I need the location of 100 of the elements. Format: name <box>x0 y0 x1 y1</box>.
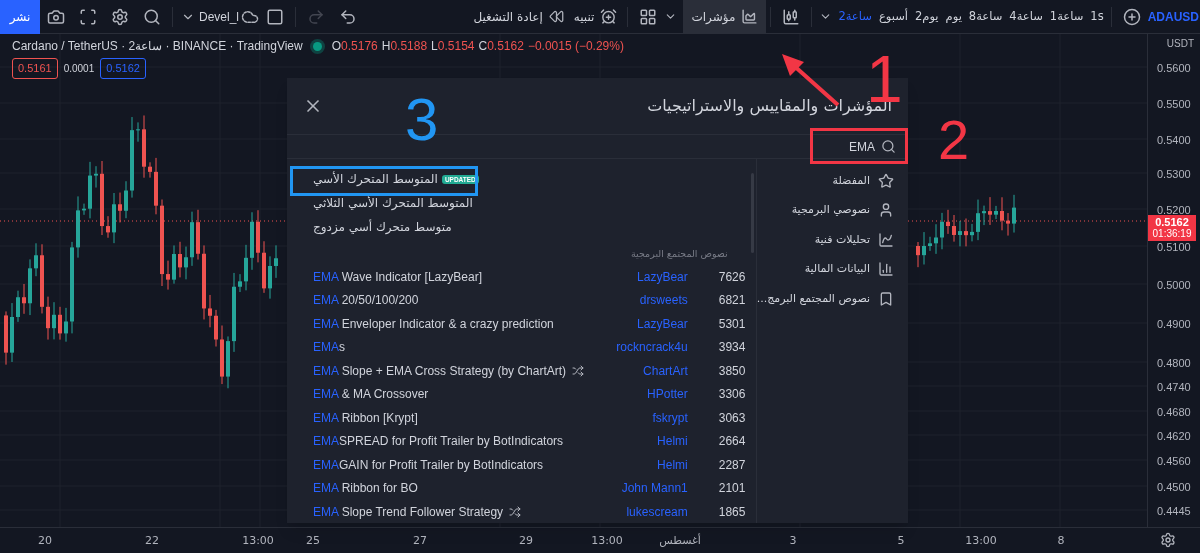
candle <box>52 301 56 340</box>
category-item[interactable]: نصوصي البرمجية <box>756 195 908 225</box>
price-change: −0.0015 (−0.29%) <box>527 38 624 55</box>
area-chart-icon <box>741 8 759 25</box>
script-row[interactable]: EMA Wave Indicator [LazyBear] LazyBear 7626 <box>287 265 756 289</box>
category-item[interactable]: المفضلة <box>756 166 908 196</box>
time-label: 13:00 <box>242 533 274 549</box>
candle <box>1006 212 1010 237</box>
bar-chart-icon <box>878 261 894 278</box>
candle <box>244 244 248 291</box>
candle <box>64 307 68 343</box>
candle <box>4 310 8 366</box>
candle <box>946 209 950 235</box>
candle <box>22 283 26 315</box>
currency-label[interactable]: USDT <box>1166 36 1194 51</box>
candle <box>952 214 956 243</box>
buy-price[interactable]: 0.5162 <box>100 58 146 79</box>
ohlc-value: L0.5154 <box>431 38 475 55</box>
interval-tab[interactable]: 2ساعة <box>835 0 875 34</box>
category-item[interactable]: تحليلات فنية <box>756 225 908 255</box>
candle <box>106 215 110 239</box>
script-row[interactable]: EMASPREAD for Profit Trailer by BotIndicators Helmi 2664 <box>287 429 756 453</box>
candle <box>976 199 980 241</box>
candle <box>268 255 272 300</box>
usage-count: 7626 <box>717 268 747 286</box>
indicator-item[interactable]: المتوسط المتحرك الأسي الثلاثي <box>287 191 756 215</box>
interval-tab[interactable]: أسبوع <box>875 0 911 34</box>
script-row[interactable]: EMA Slope + EMA Cross Strategy (by ChartArt) ChartArt 3850 <box>287 359 756 383</box>
indicator-item[interactable]: متوسط متحرك أسي مزدوج <box>287 215 756 239</box>
usage-count: 1865 <box>717 503 747 521</box>
script-title: EMA Enveloper Indicator & a crazy prediction <box>313 315 554 333</box>
script-row[interactable]: EMAs rockncrack4u 3934 <box>287 335 756 359</box>
script-title: EMAGAIN for Profit Trailer by BotIndicators <box>313 456 544 474</box>
candle <box>112 192 116 244</box>
script-title: EMA & MA Crossover <box>313 386 429 404</box>
candle <box>184 246 188 280</box>
section-header: نصوص المجتمع البرمجية <box>631 246 728 261</box>
interval-tab[interactable]: 4ساعة <box>1006 0 1046 34</box>
alert-button[interactable]: تنبيه <box>567 0 624 34</box>
price-label: 0.5300 <box>1157 167 1191 182</box>
candle <box>250 211 254 271</box>
script-row[interactable]: EMA Slope Trend Follower Strategy lukescream 1865 <box>287 500 756 523</box>
user-icon <box>878 202 894 219</box>
candle <box>118 192 122 223</box>
script-row[interactable]: EMA Ribbon [Krypt] fskrypt 3063 <box>287 406 756 430</box>
interval-tab[interactable]: 1s <box>1087 0 1107 34</box>
category-item[interactable]: البيانات المالية <box>756 254 908 284</box>
category-item[interactable]: نصوص المجتمع البرمج... <box>756 284 908 314</box>
candle <box>262 240 266 294</box>
ohlc-value: O0.5176 <box>331 38 378 55</box>
price-label: 0.5500 <box>1157 97 1191 112</box>
candle <box>28 258 32 316</box>
price-label: 0.5600 <box>1157 61 1191 76</box>
candle <box>274 244 278 279</box>
replay-button[interactable]: إعادة التشغيل <box>469 0 568 34</box>
candle <box>196 209 200 261</box>
candle <box>46 296 50 341</box>
time-label: 3 <box>789 533 797 549</box>
candle <box>88 161 92 219</box>
search-field[interactable]: EMA <box>835 137 875 156</box>
price-label: 0.5200 <box>1157 203 1191 218</box>
time-label: 5 <box>897 533 905 549</box>
symbol-title: Cardano / TetherUS · 2ساعة · BINANCE · TradingView <box>12 38 303 55</box>
candle <box>190 211 194 267</box>
script-row[interactable]: EMAGAIN for Profit Trailer by BotIndicators Helmi 2287 <box>287 453 756 477</box>
symbol-name[interactable]: ADAUSD <box>1147 7 1200 26</box>
usage-count: 3306 <box>717 386 747 404</box>
spread-value: 0.0001 <box>63 61 95 76</box>
interval-tab[interactable]: يوم <box>942 0 965 34</box>
time-label: 13:00 <box>591 533 623 549</box>
candle <box>226 335 230 389</box>
usage-count: 3934 <box>717 339 747 357</box>
script-row[interactable]: EMA Ribbon for BO John Mann1 2101 <box>287 476 756 500</box>
candle <box>940 212 944 250</box>
publish-button[interactable]: نشر <box>0 0 40 34</box>
search-icon <box>881 139 896 154</box>
usage-count: 6821 <box>717 292 747 310</box>
layout-name[interactable]: Devel_l <box>199 7 240 26</box>
time-label: 25 <box>306 533 320 549</box>
interval-tab[interactable]: 2يوم <box>912 0 942 34</box>
time-label: 22 <box>145 533 159 549</box>
script-row[interactable]: EMA 20/50/100/200 drsweets 6821 <box>287 288 756 312</box>
script-row[interactable]: EMA Enveloper Indicator & a crazy prediction LazyBear 5301 <box>287 312 756 336</box>
time-label: 13:00 <box>965 533 997 549</box>
script-row[interactable]: EMA & MA Crossover HPotter 3306 <box>287 382 756 406</box>
settings-icon[interactable] <box>1160 532 1176 548</box>
candle <box>136 121 140 143</box>
price-label: 0.4900 <box>1157 317 1191 332</box>
candle <box>58 306 62 341</box>
candle <box>934 223 938 255</box>
sell-price[interactable]: 0.5161 <box>12 58 58 79</box>
interval-tab[interactable]: 8ساعة <box>965 0 1006 34</box>
price-label: 0.5400 <box>1157 133 1191 148</box>
annotation-number: 2 <box>938 110 970 170</box>
time-label: 8 <box>1057 533 1065 549</box>
candle <box>970 223 974 242</box>
candle <box>922 231 926 265</box>
candle <box>208 294 212 328</box>
interval-tab[interactable]: 1ساعة <box>1046 0 1087 34</box>
indicators-button[interactable]: مؤشرات <box>683 0 767 33</box>
